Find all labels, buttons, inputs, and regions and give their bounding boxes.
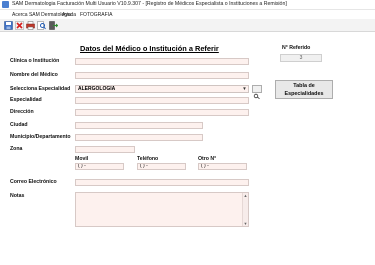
- email-input[interactable]: [75, 179, 249, 186]
- city-input[interactable]: [75, 122, 203, 129]
- exit-icon[interactable]: [49, 21, 58, 30]
- municipality-label: Municipio/Departamento: [10, 134, 71, 140]
- menu-bar: Acerca SAM Dermatologia Ayuda FOTOGRAFIA: [0, 11, 375, 19]
- referral-form: [0, 32, 375, 265]
- menu-item-help[interactable]: Ayuda: [62, 12, 76, 18]
- clinic-label: Clínica o Institución: [10, 58, 60, 64]
- phone-input[interactable]: ( ) -: [137, 163, 186, 170]
- address-input[interactable]: [75, 109, 249, 116]
- print-icon[interactable]: [26, 21, 35, 30]
- form-heading: Datos del Médico o Institución a Referir: [80, 44, 219, 53]
- phone-label: Teléfono: [137, 156, 159, 162]
- notes-scrollbar[interactable]: ▲ ▼: [242, 193, 248, 226]
- specialty-lookup-button[interactable]: [252, 85, 262, 100]
- specialty-select-value: ALERGOLOGIA: [78, 86, 116, 92]
- mobile-input[interactable]: ( ) -: [75, 163, 124, 170]
- doctor-name-label: Nombre del Médico: [10, 72, 58, 78]
- referral-number-value: 3: [280, 54, 322, 62]
- app-icon: [2, 1, 9, 8]
- other-phone-input[interactable]: ( ) -: [198, 163, 247, 170]
- scroll-down-icon[interactable]: ▼: [243, 221, 248, 226]
- specialty-select[interactable]: ALERGOLOGIA ▼: [75, 85, 249, 93]
- mobile-label: Movil: [75, 156, 89, 162]
- specialties-table-line1: Tabla de: [293, 83, 315, 89]
- scroll-up-icon[interactable]: ▲: [243, 193, 248, 198]
- doctor-name-input[interactable]: [75, 72, 249, 79]
- specialties-table-line2: Especialidades: [284, 91, 324, 97]
- specialties-table-button[interactable]: Tabla de Especialidades: [275, 80, 333, 99]
- specialty-input[interactable]: [75, 97, 249, 104]
- lookup-icon: [253, 93, 260, 100]
- address-label: Dirección: [10, 109, 34, 115]
- referral-number-label: N° Referido: [282, 45, 311, 51]
- menu-item-photo[interactable]: FOTOGRAFIA: [80, 12, 112, 18]
- notes-label: Notas: [10, 193, 25, 199]
- notes-textarea[interactable]: ▲ ▼: [75, 192, 249, 227]
- specialty-label: Especialidad: [10, 97, 42, 103]
- zone-label: Zona: [10, 146, 23, 152]
- zone-input[interactable]: [75, 146, 135, 153]
- save-icon[interactable]: [4, 21, 13, 30]
- other-phone-label: Otro N°: [198, 156, 217, 162]
- city-label: Ciudad: [10, 122, 28, 128]
- municipality-input[interactable]: [75, 134, 203, 141]
- delete-icon[interactable]: [15, 21, 24, 30]
- clinic-input[interactable]: [75, 58, 249, 65]
- search-icon[interactable]: [37, 21, 46, 30]
- title-bar: SAM Dermatologia Facturación Multi Usuar…: [0, 0, 375, 10]
- window-title: SAM Dermatologia Facturación Multi Usuar…: [12, 1, 287, 7]
- toolbar: [0, 19, 375, 32]
- select-specialty-label: Selecciona Especialidad: [10, 86, 71, 92]
- chevron-down-icon: ▼: [242, 86, 247, 91]
- email-label: Correo Electrónico: [10, 179, 57, 185]
